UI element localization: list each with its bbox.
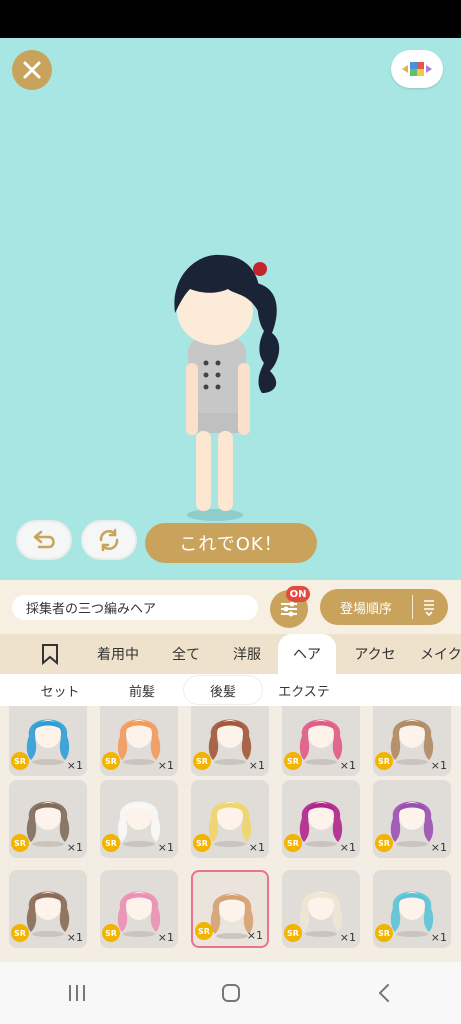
tab-clothes[interactable]: 洋服: [220, 634, 274, 674]
hair-item-card[interactable]: SR ×1: [282, 706, 360, 776]
rarity-badge: SR: [375, 924, 393, 942]
hair-item-card[interactable]: SR ×1: [100, 706, 178, 776]
subtab-bangs[interactable]: 前髪: [104, 676, 180, 704]
confirm-ok-button[interactable]: これでOK！: [145, 523, 317, 563]
filter-on-badge: ON: [286, 586, 310, 602]
hair-item-card[interactable]: SR ×1: [373, 780, 451, 858]
subtab-extensions[interactable]: エクステ: [266, 676, 342, 704]
palette-button[interactable]: [391, 50, 443, 88]
rarity-badge: SR: [193, 834, 211, 852]
rarity-badge: SR: [102, 834, 120, 852]
status-bar: [0, 0, 461, 38]
tab-accessory[interactable]: アクセ: [342, 634, 408, 674]
rarity-badge: SR: [11, 834, 29, 852]
item-count: ×1: [339, 759, 356, 772]
item-count: ×1: [430, 931, 447, 944]
item-count: ×1: [246, 929, 263, 942]
tab-all[interactable]: 全て: [160, 634, 212, 674]
recents-button[interactable]: [0, 962, 154, 1024]
hair-item-card[interactable]: SR ×1: [373, 870, 451, 948]
hair-item-card[interactable]: SR ×1: [191, 706, 269, 776]
item-count: ×1: [157, 759, 174, 772]
item-count: ×1: [430, 759, 447, 772]
close-icon: [23, 61, 41, 79]
avatar-stage: これでOK！: [0, 38, 461, 580]
item-count: ×1: [248, 759, 265, 772]
tab-bookmark[interactable]: [28, 634, 72, 674]
rarity-badge: SR: [195, 922, 213, 940]
item-count: ×1: [157, 931, 174, 944]
hair-item-card[interactable]: SR ×1: [9, 706, 87, 776]
avatar-character: [174, 254, 280, 521]
sort-list-icon: [424, 600, 434, 616]
hair-item-card[interactable]: SR ×1: [100, 870, 178, 948]
sort-label: 登場順序: [339, 601, 392, 617]
hair-item-card[interactable]: SR ×1: [191, 780, 269, 858]
subtab-set[interactable]: セット: [22, 676, 98, 704]
item-count: ×1: [339, 841, 356, 854]
color-palette-icon: [402, 62, 432, 76]
hair-item-card[interactable]: SR ×1: [100, 780, 178, 858]
back-button[interactable]: [307, 962, 461, 1024]
hair-item-card[interactable]: SR ×1: [373, 706, 451, 776]
rarity-badge: SR: [284, 752, 302, 770]
item-count: ×1: [66, 841, 83, 854]
back-icon: [379, 984, 390, 1002]
item-count: ×1: [157, 841, 174, 854]
rarity-badge: SR: [284, 924, 302, 942]
rarity-badge: SR: [11, 924, 29, 942]
rarity-badge: SR: [102, 752, 120, 770]
item-count: ×1: [430, 841, 447, 854]
hair-item-card[interactable]: SR ×1: [9, 870, 87, 948]
rarity-badge: SR: [375, 752, 393, 770]
hair-subtabs: セット 前髪 後髪 エクステ: [0, 674, 461, 706]
home-icon: [221, 984, 240, 1002]
undo-arrow-icon: [33, 530, 55, 549]
item-count: ×1: [66, 931, 83, 944]
tab-hair[interactable]: ヘア: [278, 634, 336, 674]
category-tabs: 着用中 全て 洋服 ヘア アクセ メイク: [0, 634, 461, 674]
subtab-back-hair[interactable]: 後髪: [184, 676, 262, 704]
tab-wearing[interactable]: 着用中: [86, 634, 150, 674]
item-count: ×1: [339, 931, 356, 944]
hair-item-card[interactable]: SR ×1: [9, 780, 87, 858]
close-button[interactable]: [12, 50, 52, 90]
rarity-badge: SR: [11, 752, 29, 770]
tab-makeup[interactable]: メイク: [420, 634, 461, 674]
item-count: ×1: [66, 759, 83, 772]
hair-item-card[interactable]: SR ×1: [282, 780, 360, 858]
sliders-icon: [281, 601, 297, 617]
sort-order-button[interactable]: 登場順序: [320, 589, 448, 625]
rarity-badge: SR: [375, 834, 393, 852]
rarity-badge: SR: [102, 924, 120, 942]
rotate-icon: [99, 528, 119, 552]
system-nav-bar: [0, 962, 461, 1024]
selected-item-name: 採集者の三つ編みヘア: [12, 595, 258, 620]
bookmark-icon: [42, 644, 58, 665]
recents-icon: [68, 985, 85, 1001]
rarity-badge: SR: [284, 834, 302, 852]
hair-item-card[interactable]: SR ×1: [282, 870, 360, 948]
item-count: ×1: [248, 841, 265, 854]
rarity-badge: SR: [193, 752, 211, 770]
item-grid: SR ×1 SR ×1 SR ×1 SR ×1 SR ×1 SR ×1 SR ×1 SR ×1 SR ×1 SR ×1…: [0, 706, 461, 962]
rotate-button[interactable]: [81, 520, 137, 560]
undo-button[interactable]: [16, 520, 72, 560]
hair-item-card[interactable]: SR ×1: [191, 870, 269, 948]
home-button[interactable]: [154, 962, 308, 1024]
